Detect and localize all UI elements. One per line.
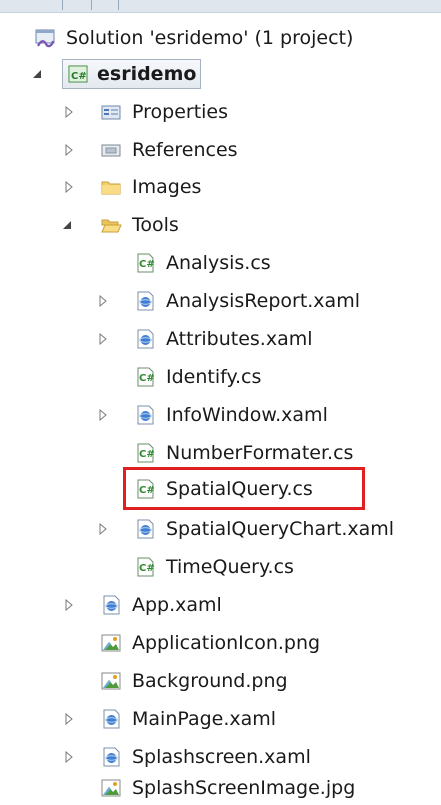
csharp-file-icon: C# [134,556,156,578]
folder-properties[interactable]: Properties [100,96,228,128]
tree-item-app-xaml[interactable]: App.xaml [100,589,222,621]
expand-arrow-icon[interactable] [64,144,74,156]
item-label: Background.png [132,670,288,692]
project-selection: C# esridemo [62,59,202,89]
item-label: MainPage.xaml [132,708,277,730]
tree-item-identify-cs[interactable]: C# Identify.cs [134,361,261,393]
csharp-file-icon: C# [134,366,156,388]
properties-icon [100,101,122,123]
csharp-project-icon: C# [67,63,89,85]
tools-label: Tools [132,214,179,236]
svg-text:C#: C# [139,259,155,270]
expand-arrow-icon[interactable] [64,713,74,725]
folder-references[interactable]: References [100,134,238,166]
project-label: esridemo [97,63,197,85]
tree-item-splashscreenimage-jpg[interactable]: SplashScreenImage.jpg [100,772,355,804]
item-label: Identify.cs [166,366,262,388]
expand-arrow-icon[interactable] [98,523,108,535]
svg-text:C#: C# [71,71,87,82]
item-label: Analysis.cs [166,252,271,274]
expand-arrow-icon[interactable] [64,106,74,118]
expand-arrow-icon[interactable] [98,333,108,345]
csharp-file-icon: C# [134,478,156,500]
tree-item-attributes-xaml[interactable]: Attributes.xaml [134,323,313,355]
xaml-file-icon [100,594,122,616]
csharp-file-icon: C# [134,442,156,464]
expand-arrow-icon[interactable] [98,409,108,421]
xaml-file-icon [100,708,122,730]
svg-text:C#: C# [139,373,155,384]
collapse-arrow-icon[interactable] [32,68,42,80]
solution-icon [34,27,56,49]
tree-item-splashscreen-xaml[interactable]: Splashscreen.xaml [100,741,311,773]
tree-item-numberformater-cs[interactable]: C# NumberFormater.cs [134,437,353,469]
tree-item-analysis-cs[interactable]: C# Analysis.cs [134,247,271,279]
tree-item-analysisreport-xaml[interactable]: AnalysisReport.xaml [134,285,360,317]
tree-item-infowindow-xaml[interactable]: InfoWindow.xaml [134,399,328,431]
xaml-file-icon [134,518,156,540]
images-label: Images [132,176,202,198]
image-file-icon [100,632,122,654]
item-label: App.xaml [132,594,222,616]
image-file-icon [100,777,122,799]
references-label: References [132,139,238,161]
svg-text:C#: C# [139,449,155,460]
item-label: SpatialQueryChart.xaml [166,518,395,540]
folder-tools[interactable]: Tools [100,209,179,241]
xaml-file-icon [134,404,156,426]
xaml-file-icon [134,328,156,350]
folder-icon [100,176,122,198]
item-label: ApplicationIcon.png [132,632,321,654]
solution-label: Solution 'esridemo' (1 project) [66,27,354,49]
item-label: NumberFormater.cs [166,442,354,464]
tree-item-background-png[interactable]: Background.png [100,665,288,697]
folder-open-icon [100,214,122,236]
tree-item-applicationicon-png[interactable]: ApplicationIcon.png [100,627,320,659]
svg-text:C#: C# [139,485,155,496]
xaml-file-icon [134,290,156,312]
solution-node[interactable]: Solution 'esridemo' (1 project) [34,22,353,54]
tree-item-spatialquerychart-xaml[interactable]: SpatialQueryChart.xaml [134,513,394,545]
solution-explorer-tree: Solution 'esridemo' (1 project) C# esrid… [0,0,441,805]
item-label: Splashscreen.xaml [132,746,311,768]
xaml-file-icon [100,746,122,768]
csharp-file-icon: C# [134,252,156,274]
tree-item-mainpage-xaml[interactable]: MainPage.xaml [100,703,276,735]
item-label: InfoWindow.xaml [166,404,328,426]
item-label: Attributes.xaml [166,328,313,350]
expand-arrow-icon[interactable] [64,181,74,193]
image-file-icon [100,670,122,692]
properties-label: Properties [132,101,229,123]
item-label: SplashScreenImage.jpg [132,777,356,799]
expand-arrow-icon[interactable] [64,599,74,611]
tree-item-spatialquery-cs[interactable]: C# SpatialQuery.cs [134,473,313,505]
project-node[interactable]: C# esridemo [62,58,202,90]
collapse-arrow-icon[interactable] [62,219,72,231]
item-label: AnalysisReport.xaml [166,290,360,312]
folder-images[interactable]: Images [100,171,201,203]
item-label: TimeQuery.cs [166,556,294,578]
tree-item-timequery-cs[interactable]: C# TimeQuery.cs [134,551,294,583]
expand-arrow-icon[interactable] [98,295,108,307]
expand-arrow-icon[interactable] [64,751,74,763]
item-label: SpatialQuery.cs [166,478,313,500]
svg-text:C#: C# [139,563,155,574]
references-icon [100,139,122,161]
